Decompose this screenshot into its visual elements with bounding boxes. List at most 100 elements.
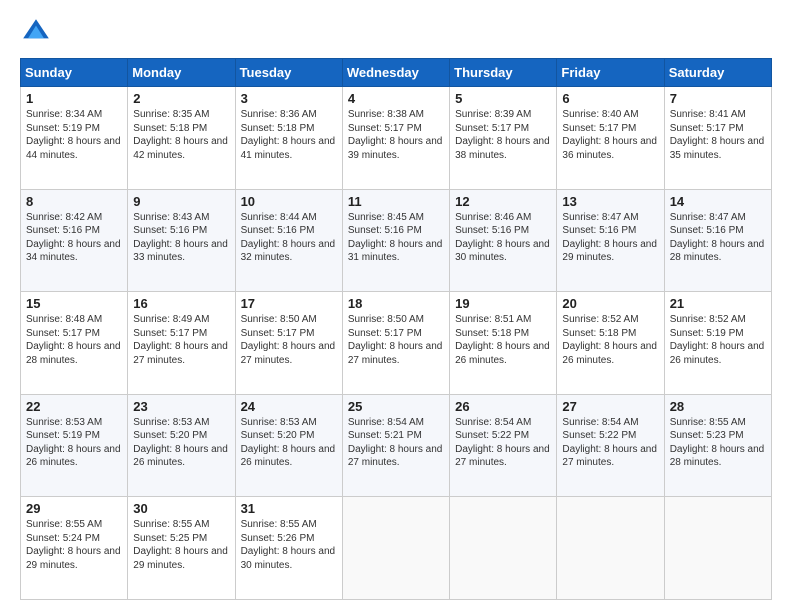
- calendar-cell: 13 Sunrise: 8:47 AMSunset: 5:16 PMDaylig…: [557, 189, 664, 292]
- day-number: 26: [455, 399, 551, 414]
- day-header-saturday: Saturday: [664, 59, 771, 87]
- day-header-monday: Monday: [128, 59, 235, 87]
- day-info: Sunrise: 8:41 AMSunset: 5:17 PMDaylight:…: [670, 109, 765, 161]
- day-number: 15: [26, 296, 122, 311]
- day-info: Sunrise: 8:34 AMSunset: 5:19 PMDaylight:…: [26, 109, 121, 161]
- day-info: Sunrise: 8:54 AMSunset: 5:21 PMDaylight:…: [348, 417, 443, 469]
- day-info: Sunrise: 8:38 AMSunset: 5:17 PMDaylight:…: [348, 109, 443, 161]
- day-info: Sunrise: 8:54 AMSunset: 5:22 PMDaylight:…: [455, 417, 550, 469]
- day-info: Sunrise: 8:54 AMSunset: 5:22 PMDaylight:…: [562, 417, 657, 469]
- day-info: Sunrise: 8:53 AMSunset: 5:19 PMDaylight:…: [26, 417, 121, 469]
- day-info: Sunrise: 8:53 AMSunset: 5:20 PMDaylight:…: [241, 417, 336, 469]
- day-info: Sunrise: 8:45 AMSunset: 5:16 PMDaylight:…: [348, 212, 443, 264]
- day-info: Sunrise: 8:55 AMSunset: 5:23 PMDaylight:…: [670, 417, 765, 469]
- calendar-cell: 30 Sunrise: 8:55 AMSunset: 5:25 PMDaylig…: [128, 497, 235, 600]
- calendar-cell: 4 Sunrise: 8:38 AMSunset: 5:17 PMDayligh…: [342, 87, 449, 190]
- day-number: 17: [241, 296, 337, 311]
- day-info: Sunrise: 8:53 AMSunset: 5:20 PMDaylight:…: [133, 417, 228, 469]
- day-number: 13: [562, 194, 658, 209]
- calendar-cell: 22 Sunrise: 8:53 AMSunset: 5:19 PMDaylig…: [21, 394, 128, 497]
- calendar-cell: [557, 497, 664, 600]
- calendar-cell: 8 Sunrise: 8:42 AMSunset: 5:16 PMDayligh…: [21, 189, 128, 292]
- calendar-cell: 28 Sunrise: 8:55 AMSunset: 5:23 PMDaylig…: [664, 394, 771, 497]
- day-number: 20: [562, 296, 658, 311]
- day-number: 10: [241, 194, 337, 209]
- day-number: 6: [562, 91, 658, 106]
- day-number: 8: [26, 194, 122, 209]
- day-number: 4: [348, 91, 444, 106]
- day-number: 31: [241, 501, 337, 516]
- calendar-cell: 14 Sunrise: 8:47 AMSunset: 5:16 PMDaylig…: [664, 189, 771, 292]
- calendar-cell: 16 Sunrise: 8:49 AMSunset: 5:17 PMDaylig…: [128, 292, 235, 395]
- calendar-cell: 2 Sunrise: 8:35 AMSunset: 5:18 PMDayligh…: [128, 87, 235, 190]
- day-number: 19: [455, 296, 551, 311]
- logo-icon: [20, 16, 52, 48]
- day-info: Sunrise: 8:55 AMSunset: 5:24 PMDaylight:…: [26, 519, 121, 571]
- week-row-1: 1 Sunrise: 8:34 AMSunset: 5:19 PMDayligh…: [21, 87, 772, 190]
- day-info: Sunrise: 8:49 AMSunset: 5:17 PMDaylight:…: [133, 314, 228, 366]
- calendar-cell: [664, 497, 771, 600]
- day-info: Sunrise: 8:51 AMSunset: 5:18 PMDaylight:…: [455, 314, 550, 366]
- day-number: 12: [455, 194, 551, 209]
- day-info: Sunrise: 8:44 AMSunset: 5:16 PMDaylight:…: [241, 212, 336, 264]
- day-info: Sunrise: 8:43 AMSunset: 5:16 PMDaylight:…: [133, 212, 228, 264]
- day-number: 1: [26, 91, 122, 106]
- day-header-wednesday: Wednesday: [342, 59, 449, 87]
- calendar-cell: 5 Sunrise: 8:39 AMSunset: 5:17 PMDayligh…: [450, 87, 557, 190]
- calendar-cell: [342, 497, 449, 600]
- calendar-cell: 7 Sunrise: 8:41 AMSunset: 5:17 PMDayligh…: [664, 87, 771, 190]
- calendar-cell: 3 Sunrise: 8:36 AMSunset: 5:18 PMDayligh…: [235, 87, 342, 190]
- day-header-tuesday: Tuesday: [235, 59, 342, 87]
- day-number: 30: [133, 501, 229, 516]
- day-info: Sunrise: 8:40 AMSunset: 5:17 PMDaylight:…: [562, 109, 657, 161]
- day-header-friday: Friday: [557, 59, 664, 87]
- calendar-cell: 17 Sunrise: 8:50 AMSunset: 5:17 PMDaylig…: [235, 292, 342, 395]
- day-number: 24: [241, 399, 337, 414]
- day-info: Sunrise: 8:42 AMSunset: 5:16 PMDaylight:…: [26, 212, 121, 264]
- day-number: 9: [133, 194, 229, 209]
- day-number: 29: [26, 501, 122, 516]
- day-number: 18: [348, 296, 444, 311]
- day-header-sunday: Sunday: [21, 59, 128, 87]
- day-info: Sunrise: 8:36 AMSunset: 5:18 PMDaylight:…: [241, 109, 336, 161]
- calendar-cell: 19 Sunrise: 8:51 AMSunset: 5:18 PMDaylig…: [450, 292, 557, 395]
- day-info: Sunrise: 8:46 AMSunset: 5:16 PMDaylight:…: [455, 212, 550, 264]
- day-info: Sunrise: 8:52 AMSunset: 5:18 PMDaylight:…: [562, 314, 657, 366]
- calendar-table: SundayMondayTuesdayWednesdayThursdayFrid…: [20, 58, 772, 600]
- calendar-cell: 29 Sunrise: 8:55 AMSunset: 5:24 PMDaylig…: [21, 497, 128, 600]
- calendar-cell: 1 Sunrise: 8:34 AMSunset: 5:19 PMDayligh…: [21, 87, 128, 190]
- week-row-5: 29 Sunrise: 8:55 AMSunset: 5:24 PMDaylig…: [21, 497, 772, 600]
- day-info: Sunrise: 8:47 AMSunset: 5:16 PMDaylight:…: [670, 212, 765, 264]
- day-number: 11: [348, 194, 444, 209]
- calendar-cell: 27 Sunrise: 8:54 AMSunset: 5:22 PMDaylig…: [557, 394, 664, 497]
- day-info: Sunrise: 8:55 AMSunset: 5:25 PMDaylight:…: [133, 519, 228, 571]
- day-info: Sunrise: 8:47 AMSunset: 5:16 PMDaylight:…: [562, 212, 657, 264]
- calendar-cell: 15 Sunrise: 8:48 AMSunset: 5:17 PMDaylig…: [21, 292, 128, 395]
- day-number: 28: [670, 399, 766, 414]
- day-number: 5: [455, 91, 551, 106]
- day-number: 25: [348, 399, 444, 414]
- calendar-cell: 26 Sunrise: 8:54 AMSunset: 5:22 PMDaylig…: [450, 394, 557, 497]
- calendar-cell: 25 Sunrise: 8:54 AMSunset: 5:21 PMDaylig…: [342, 394, 449, 497]
- day-info: Sunrise: 8:39 AMSunset: 5:17 PMDaylight:…: [455, 109, 550, 161]
- calendar-cell: 20 Sunrise: 8:52 AMSunset: 5:18 PMDaylig…: [557, 292, 664, 395]
- day-number: 2: [133, 91, 229, 106]
- calendar-cell: 11 Sunrise: 8:45 AMSunset: 5:16 PMDaylig…: [342, 189, 449, 292]
- calendar-page: SundayMondayTuesdayWednesdayThursdayFrid…: [0, 0, 792, 612]
- day-number: 22: [26, 399, 122, 414]
- calendar-cell: 31 Sunrise: 8:55 AMSunset: 5:26 PMDaylig…: [235, 497, 342, 600]
- day-number: 23: [133, 399, 229, 414]
- day-info: Sunrise: 8:48 AMSunset: 5:17 PMDaylight:…: [26, 314, 121, 366]
- day-info: Sunrise: 8:52 AMSunset: 5:19 PMDaylight:…: [670, 314, 765, 366]
- calendar-cell: 6 Sunrise: 8:40 AMSunset: 5:17 PMDayligh…: [557, 87, 664, 190]
- calendar-cell: 12 Sunrise: 8:46 AMSunset: 5:16 PMDaylig…: [450, 189, 557, 292]
- calendar-cell: 23 Sunrise: 8:53 AMSunset: 5:20 PMDaylig…: [128, 394, 235, 497]
- day-number: 16: [133, 296, 229, 311]
- day-number: 27: [562, 399, 658, 414]
- calendar-cell: 10 Sunrise: 8:44 AMSunset: 5:16 PMDaylig…: [235, 189, 342, 292]
- week-row-4: 22 Sunrise: 8:53 AMSunset: 5:19 PMDaylig…: [21, 394, 772, 497]
- calendar-cell: [450, 497, 557, 600]
- header: [20, 16, 772, 48]
- day-info: Sunrise: 8:55 AMSunset: 5:26 PMDaylight:…: [241, 519, 336, 571]
- week-row-3: 15 Sunrise: 8:48 AMSunset: 5:17 PMDaylig…: [21, 292, 772, 395]
